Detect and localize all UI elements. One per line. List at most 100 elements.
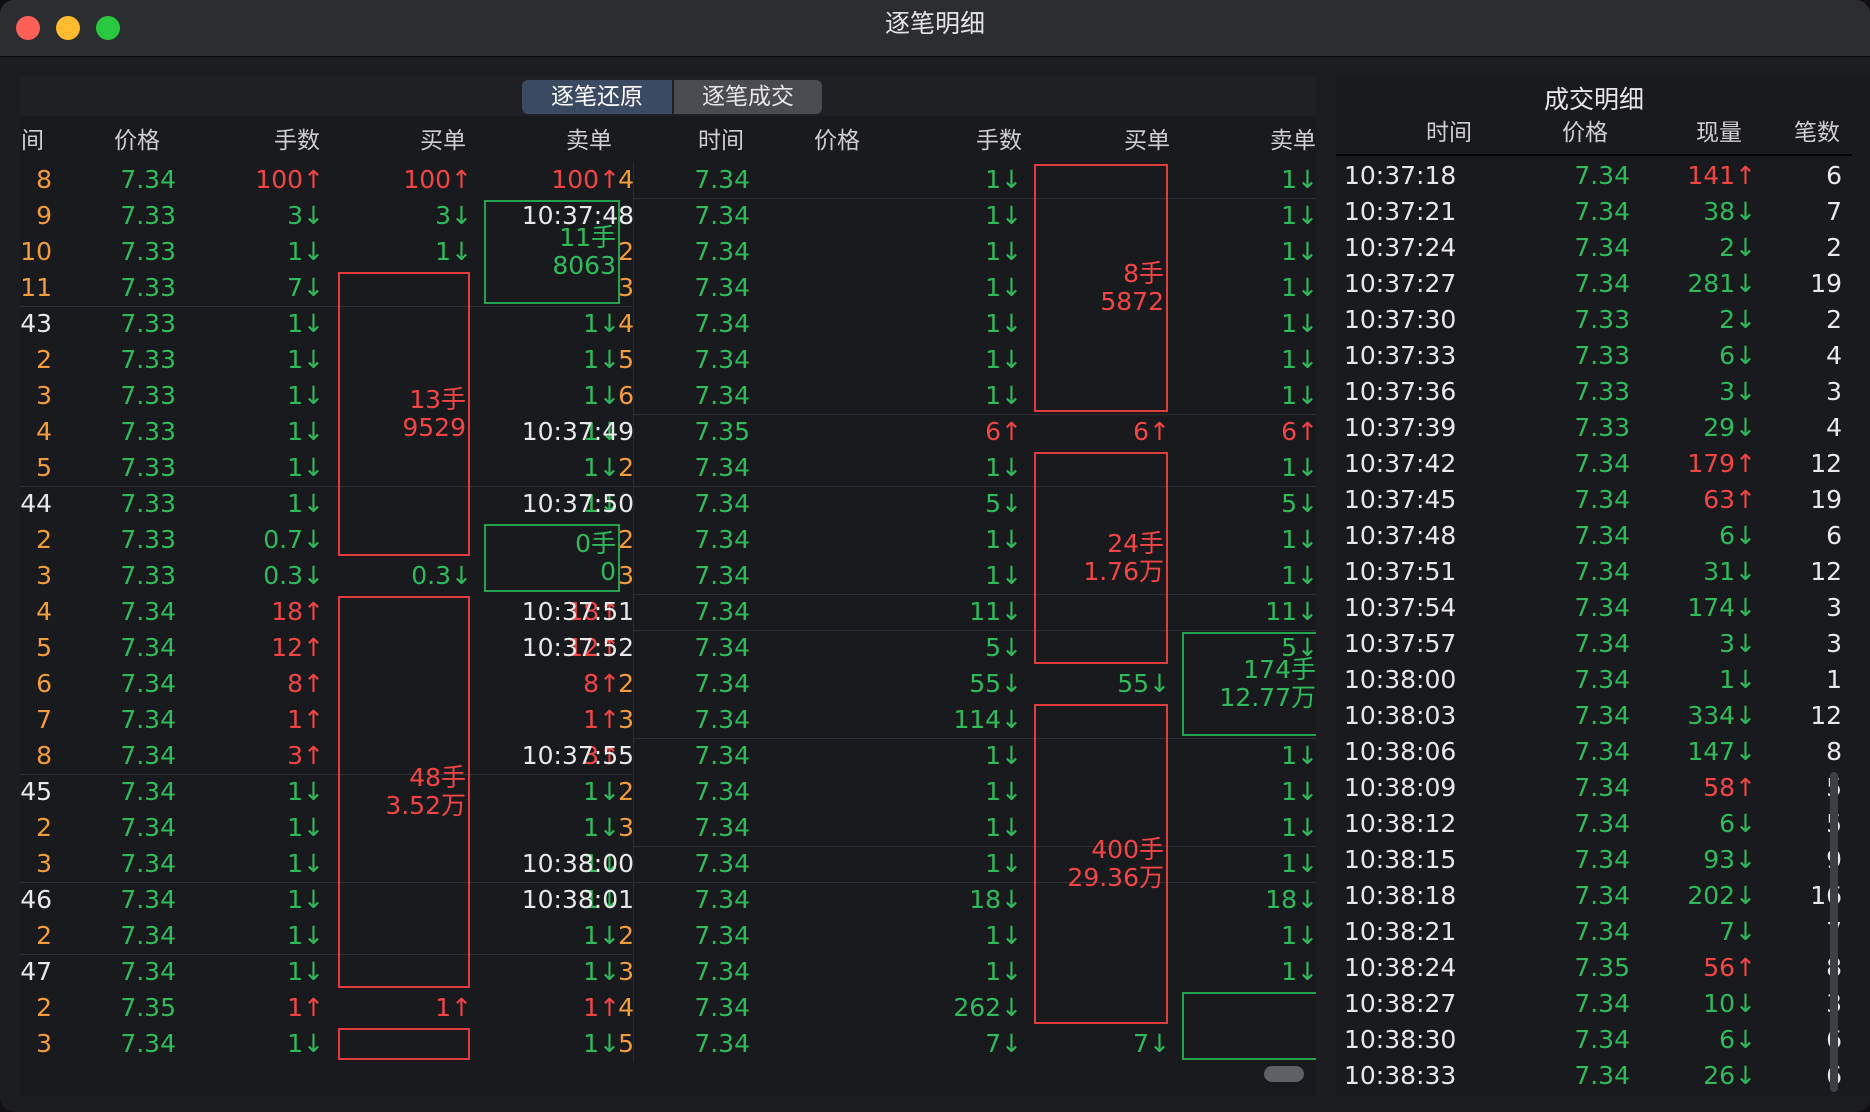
mid-table-cell-sell: 1↓ bbox=[1281, 561, 1316, 590]
trade-row-cell: 10:37:33 bbox=[1344, 341, 1457, 370]
mid-table-cell-lots: 18↓ bbox=[969, 885, 1022, 914]
left-table-cell-price: 7.34 bbox=[120, 921, 176, 950]
trade-row-cell: 7.34 bbox=[1574, 629, 1630, 658]
mid-table-cell-sell: 1↓ bbox=[1281, 453, 1316, 482]
trade-row-cell: 10:38:06 bbox=[1344, 737, 1457, 766]
mid-table-cell-lots: 6↑ bbox=[985, 417, 1022, 446]
order-box-lots: 400手 bbox=[1091, 835, 1164, 864]
column-header-lots[interactable]: 手数 bbox=[902, 124, 1022, 158]
mid-table-cell-price: 7.34 bbox=[694, 1029, 750, 1058]
left-table-cell-price: 7.33 bbox=[120, 309, 176, 338]
column-header-price[interactable]: 价格 bbox=[40, 124, 160, 158]
column-header-time[interactable]: 时间 bbox=[1352, 116, 1472, 150]
order-box-amount: 29.36万 bbox=[1067, 863, 1164, 892]
column-header-price[interactable]: 价格 bbox=[1488, 116, 1608, 150]
trade-row-cell: 2↓ bbox=[1719, 233, 1756, 262]
left-table-cell-lots: 1↓ bbox=[287, 417, 324, 446]
buy-order-box: 8手 5872 bbox=[1034, 164, 1168, 412]
column-header-price[interactable]: 价格 bbox=[740, 124, 860, 158]
mid-table-cell-lots: 1↓ bbox=[985, 813, 1022, 842]
left-table-cell-price: 7.33 bbox=[120, 201, 176, 230]
left-table-cell-lots: 100↑ bbox=[255, 165, 324, 194]
order-box-amount: 0 bbox=[600, 557, 616, 586]
mid-table-cell-lots: 1↓ bbox=[985, 921, 1022, 950]
mid-table-cell-price: 7.34 bbox=[694, 885, 750, 914]
left-table-cell-price: 7.33 bbox=[120, 525, 176, 554]
column-header-lots[interactable]: 手数 bbox=[200, 124, 320, 158]
column-header-buy[interactable]: 买单 bbox=[346, 124, 466, 158]
mid-table-cell-sell: 18↓ bbox=[1265, 885, 1316, 914]
trade-detail-panel: 成交明细 时间 价格 现量 笔数 10:37:18 7.34 141↑ 6 10:37:21 7.… bbox=[1336, 76, 1870, 1096]
trade-row-cell: 7.34 bbox=[1574, 557, 1630, 586]
trade-row-cell: 7.34 bbox=[1574, 593, 1630, 622]
mid-table-cell-price: 7.34 bbox=[694, 345, 750, 374]
row-group-divider bbox=[20, 486, 632, 487]
mid-table-cell-price: 7.34 bbox=[694, 813, 750, 842]
mid-table-cell-lots: 1↓ bbox=[985, 849, 1022, 878]
mid-table-cell-lots: 7↓ bbox=[985, 1029, 1022, 1058]
left-table-cell-lots: 1↓ bbox=[287, 345, 324, 374]
mid-table-cell-lots: 5↓ bbox=[985, 633, 1022, 662]
mid-table-cell-price: 7.34 bbox=[694, 957, 750, 986]
mid-table-cell-sell: 1↓ bbox=[1281, 345, 1316, 374]
mid-table-cell-sell: 1↓ bbox=[1281, 741, 1316, 770]
order-box-lots: 8手 bbox=[1123, 259, 1164, 288]
column-header-sell[interactable]: 卖单 bbox=[1196, 124, 1316, 158]
trade-row-cell: 10:38:27 bbox=[1344, 989, 1457, 1018]
trade-row-cell: 10:38:30 bbox=[1344, 1025, 1457, 1054]
trade-row-cell: 10:37:54 bbox=[1344, 593, 1457, 622]
mid-table-cell-lots: 1↓ bbox=[985, 525, 1022, 554]
trade-row-cell: 7.34 bbox=[1574, 665, 1630, 694]
mid-table-cell-sell: 1↓ bbox=[1281, 849, 1316, 878]
trade-row-cell: 3↓ bbox=[1719, 629, 1756, 658]
mid-table-cell-price: 7.34 bbox=[694, 741, 750, 770]
horizontal-scrollbar-thumb[interactable] bbox=[1264, 1066, 1304, 1082]
trade-row-cell: 7.34 bbox=[1574, 737, 1630, 766]
view-segmented-control: 逐笔还原 逐笔成交 bbox=[522, 80, 822, 114]
column-header-sell[interactable]: 卖单 bbox=[492, 124, 612, 158]
left-table-cell-price: 7.34 bbox=[120, 633, 176, 662]
mid-table-cell-price: 7.34 bbox=[694, 201, 750, 230]
left-table-cell-price: 7.33 bbox=[120, 273, 176, 302]
left-table-cell-price: 7.33 bbox=[120, 381, 176, 410]
trade-row-cell: 10:37:57 bbox=[1344, 629, 1457, 658]
trade-row-cell: 7↓ bbox=[1719, 917, 1756, 946]
trade-row-cell: 6↓ bbox=[1719, 521, 1756, 550]
tab-tick-trades[interactable]: 逐笔成交 bbox=[674, 80, 822, 114]
left-table-cell-price: 7.34 bbox=[120, 597, 176, 626]
mid-table-cell-lots: 262↓ bbox=[953, 993, 1022, 1022]
tab-tick-restore[interactable]: 逐笔还原 bbox=[522, 80, 672, 114]
app-window: 逐笔明细 逐笔还原 逐笔成交 时间价格手数买单卖单时间价格手数买单卖单87.34… bbox=[0, 0, 1870, 1112]
order-box-amount: 9529 bbox=[402, 413, 466, 442]
trade-row-cell: 7.34 bbox=[1574, 521, 1630, 550]
mid-table-cell-sell: 1↓ bbox=[1281, 309, 1316, 338]
left-table-cell-price: 7.33 bbox=[120, 561, 176, 590]
vertical-scrollbar-thumb[interactable] bbox=[1830, 772, 1838, 1092]
mid-table-cell-lots: 1↓ bbox=[985, 777, 1022, 806]
trade-row-cell: 10:38:21 bbox=[1344, 917, 1457, 946]
left-table-cell-lots: 1↓ bbox=[287, 309, 324, 338]
left-table-cell-lots: 0.3↓ bbox=[263, 561, 324, 590]
trade-row-cell: 56↑ bbox=[1703, 953, 1756, 982]
trade-row-cell: 7.34 bbox=[1574, 197, 1630, 226]
trade-row-cell: 6 bbox=[1826, 521, 1842, 550]
trade-row-cell: 2 bbox=[1826, 233, 1842, 262]
mid-table-cell-price: 7.34 bbox=[694, 705, 750, 734]
trade-row-cell: 10:37:39 bbox=[1344, 413, 1457, 442]
left-table-cell-lots: 8↑ bbox=[287, 669, 324, 698]
left-table-cell-lots: 1↓ bbox=[287, 453, 324, 482]
left-table-cell-lots: 3↓ bbox=[287, 201, 324, 230]
column-header-buy[interactable]: 买单 bbox=[1050, 124, 1170, 158]
buy-order-box: 48手 3.52万 bbox=[338, 596, 470, 988]
order-box-amount: 5872 bbox=[1100, 287, 1164, 316]
mid-table-cell-buy: 7↓ bbox=[1133, 1029, 1170, 1058]
left-table-cell-lots: 1↓ bbox=[287, 1029, 324, 1058]
mid-table-cell-lots: 1↓ bbox=[985, 201, 1022, 230]
left-table-cell-price: 7.34 bbox=[120, 849, 176, 878]
trade-row-cell: 7.35 bbox=[1574, 953, 1630, 982]
column-header-time[interactable]: 时间 bbox=[624, 124, 744, 158]
mid-table-cell-price: 7.34 bbox=[694, 597, 750, 626]
left-table-cell-price: 7.34 bbox=[120, 777, 176, 806]
trade-row-cell: 8 bbox=[1826, 737, 1842, 766]
column-header-count[interactable]: 笔数 bbox=[1720, 116, 1840, 150]
